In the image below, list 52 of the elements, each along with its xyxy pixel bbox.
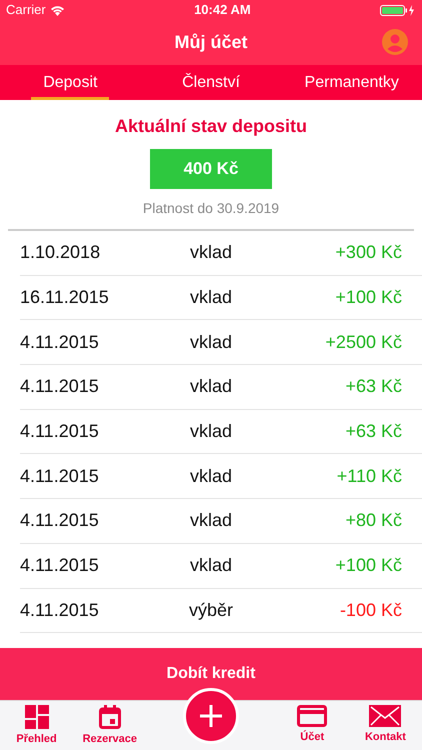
type-cell-text: vklad — [188, 554, 233, 578]
type-cell-text: vklad — [188, 420, 233, 444]
date-cell-text: 4.11.2015 — [20, 420, 100, 444]
date-cell-text: 4.11.2015 — [20, 554, 100, 578]
type-cell-text: vklad — [188, 241, 233, 264]
tab-bar-label: Rezervace — [82, 732, 138, 747]
screen-title: Můj účet — [174, 31, 248, 54]
date-cell-text: 4.11.2015 — [20, 598, 100, 622]
envelope-icon — [369, 705, 402, 727]
validity-text: Platnost do 30.9.2019 — [142, 199, 280, 218]
amount-cell-text: -100 Kč — [338, 598, 402, 622]
tab[interactable]: Permanentky — [281, 65, 422, 100]
carrier-label: Carrier — [6, 1, 46, 20]
tab-bar-item[interactable]: Účet — [276, 701, 349, 750]
date-cell-text: 16.11.2015 — [20, 286, 110, 310]
type-cell-text: vklad — [188, 330, 233, 354]
tab[interactable]: Deposit — [0, 65, 141, 100]
type-cell-text: vklad — [188, 375, 233, 398]
tab[interactable]: Členství — [140, 65, 282, 100]
amount-cell-text: +100 Kč — [334, 286, 402, 310]
type-cell-text: vklad — [188, 464, 233, 488]
battery-icon — [380, 4, 416, 16]
tab-bar-label: Účet — [300, 729, 324, 745]
tab-bar-item[interactable]: Přehled — [0, 701, 74, 750]
date-cell-text: 4.11.2015 — [20, 509, 100, 532]
amount-cell-text: +110 Kč — [336, 464, 402, 488]
card-icon — [297, 705, 328, 727]
grid-icon — [24, 705, 49, 729]
amount-cell-text: +100 Kč — [334, 554, 402, 578]
tab-bar-label: Kontakt — [364, 730, 406, 745]
date-cell-text: 4.11.2015 — [20, 330, 100, 354]
tab-bar-label: Přehled — [16, 732, 57, 747]
tab-bar-item[interactable]: Rezervace — [73, 701, 146, 750]
amount-cell-text: +63 Kč — [344, 375, 402, 398]
tab-bar-item[interactable]: Kontakt — [348, 701, 422, 750]
amount-cell-text: +80 Kč — [344, 509, 402, 532]
amount-cell-text: +300 Kč — [334, 241, 402, 264]
wifi-icon — [50, 4, 65, 16]
deposit-heading: Aktuální stav depositu — [114, 115, 308, 138]
balance-button[interactable]: 400 Kč — [150, 149, 272, 189]
date-cell-text: 1.10.2018 — [20, 241, 102, 264]
calendar-icon — [98, 705, 121, 729]
type-cell-text: vklad — [188, 509, 233, 532]
amount-cell-text: +63 Kč — [344, 420, 402, 444]
add-icon — [200, 705, 222, 727]
status-time: 10:42 AM — [194, 1, 251, 20]
top-up-button[interactable]: Dobít kredit — [0, 648, 422, 700]
type-cell-text: výběr — [188, 598, 234, 622]
date-cell-text: 4.11.2015 — [20, 464, 100, 488]
type-cell-text: vklad — [188, 286, 233, 310]
amount-cell-text: +2500 Kč — [324, 330, 402, 354]
date-cell-text: 4.11.2015 — [20, 375, 100, 398]
